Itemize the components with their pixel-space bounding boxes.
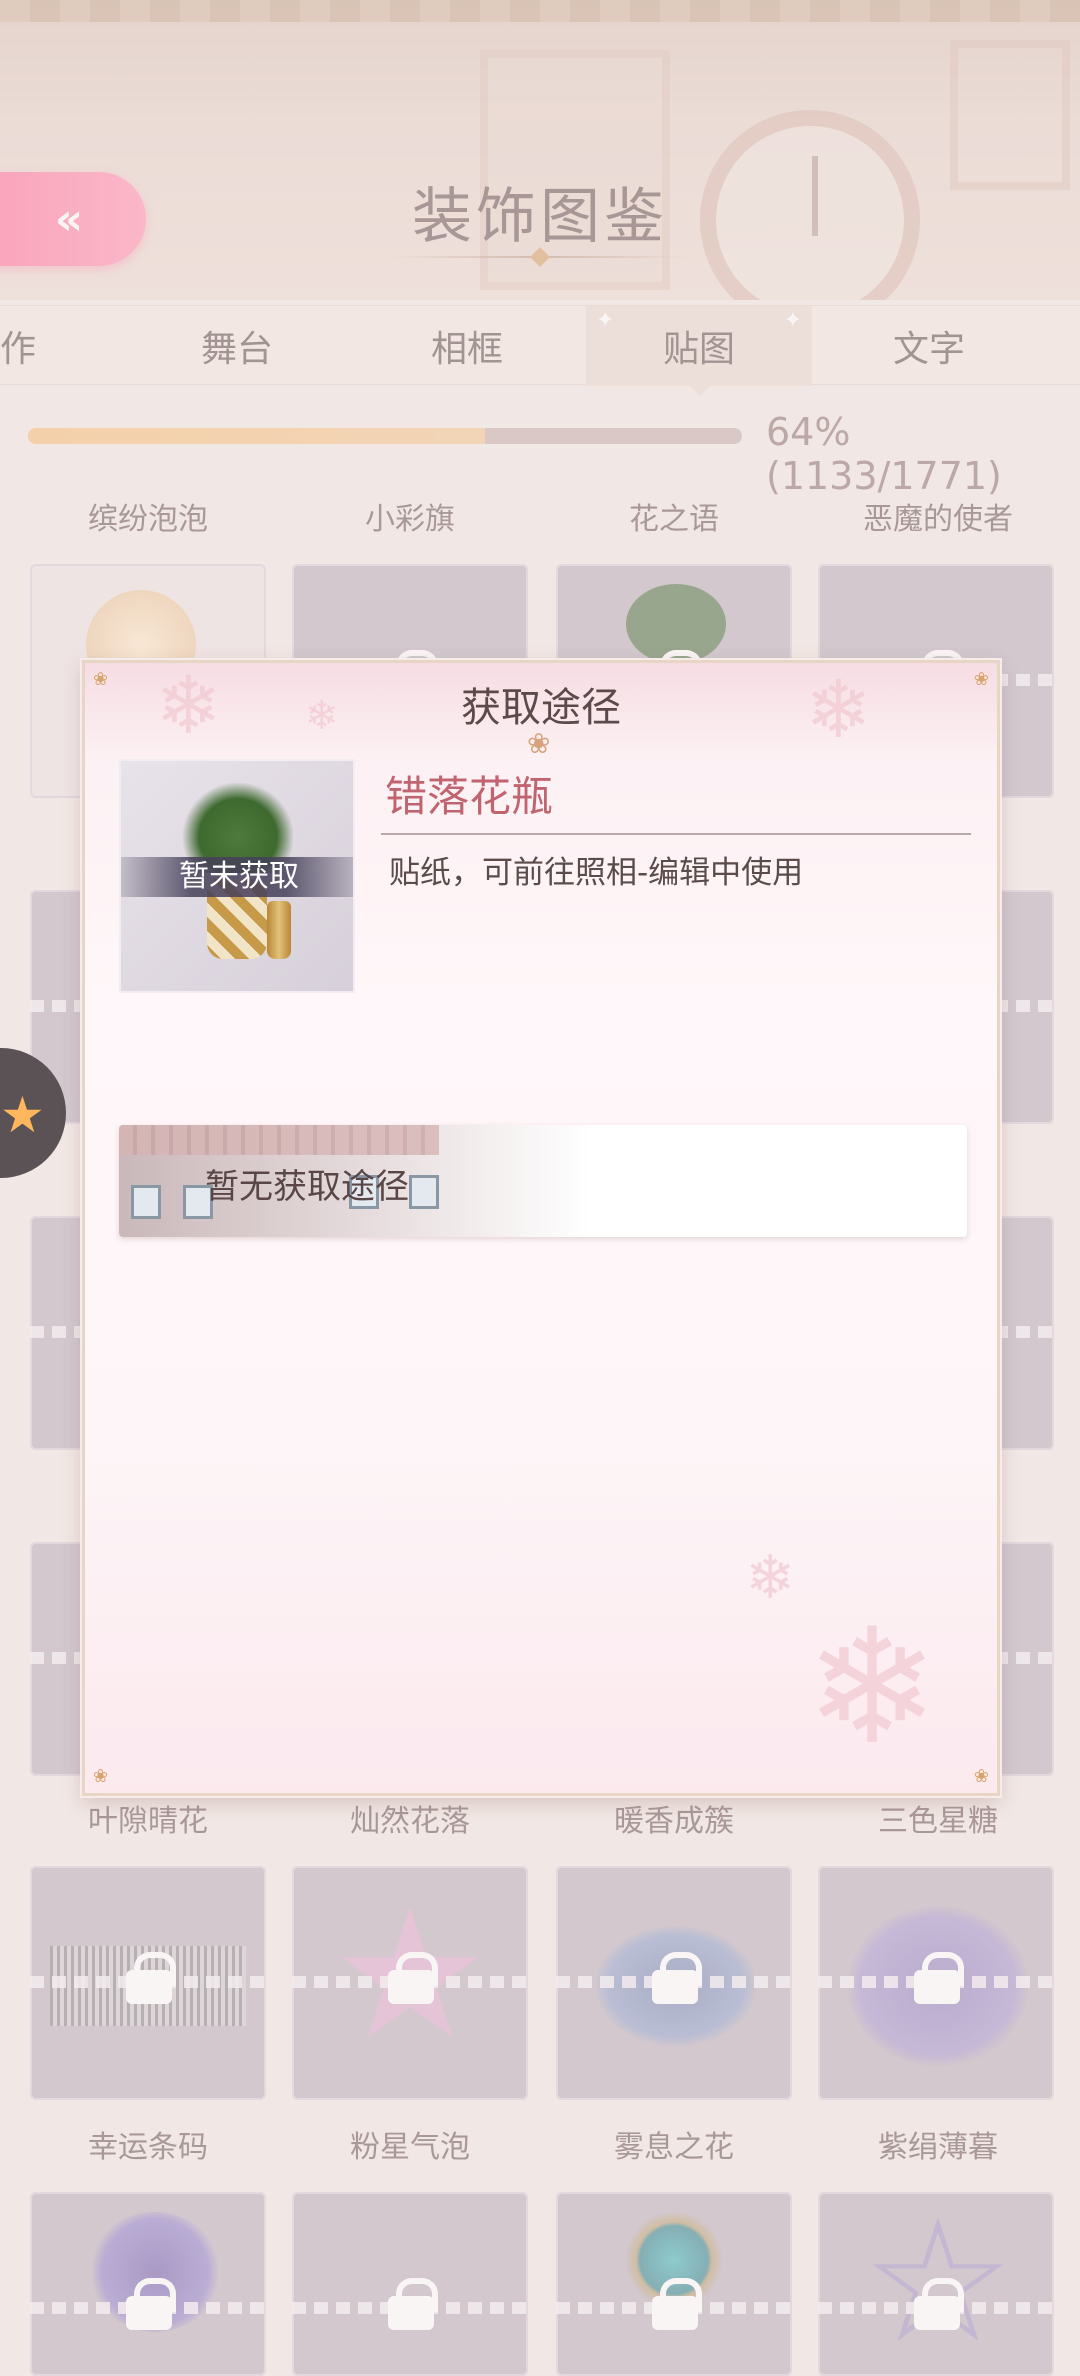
- acquisition-modal: ❀ ❀ ❀ ❀ ❄ ❄ ❄ ❄ ❄ 获取途径 ❀ 暂未获取 错落花瓶 贴纸，可前…: [82, 659, 1000, 1796]
- item-divider: [381, 833, 971, 835]
- vase-image: [267, 901, 291, 959]
- not-obtained-badge: 暂未获取: [121, 857, 353, 897]
- item-name: 错落花瓶: [385, 772, 554, 821]
- snowflake-icon: ❄: [805, 1593, 940, 1780]
- corner-ornament-icon: ❀: [973, 1766, 989, 1787]
- window-image: [131, 1185, 161, 1219]
- modal-title: 获取途径: [461, 685, 621, 731]
- item-thumbnail: 暂未获取: [119, 759, 355, 993]
- corner-ornament-icon: ❀: [93, 1766, 109, 1787]
- flower-ornament-icon: ❀: [527, 727, 551, 760]
- window-image: [409, 1175, 439, 1209]
- item-description: 贴纸，可前往照相-编辑中使用: [389, 855, 804, 891]
- snowflake-icon: ❄: [745, 1543, 796, 1613]
- acquisition-route-text: 暂无获取途径: [205, 1167, 409, 1207]
- acquisition-route-card: 暂无获取途径: [119, 1125, 967, 1237]
- roof-image: [119, 1125, 439, 1155]
- star-icon: ★: [0, 1086, 45, 1144]
